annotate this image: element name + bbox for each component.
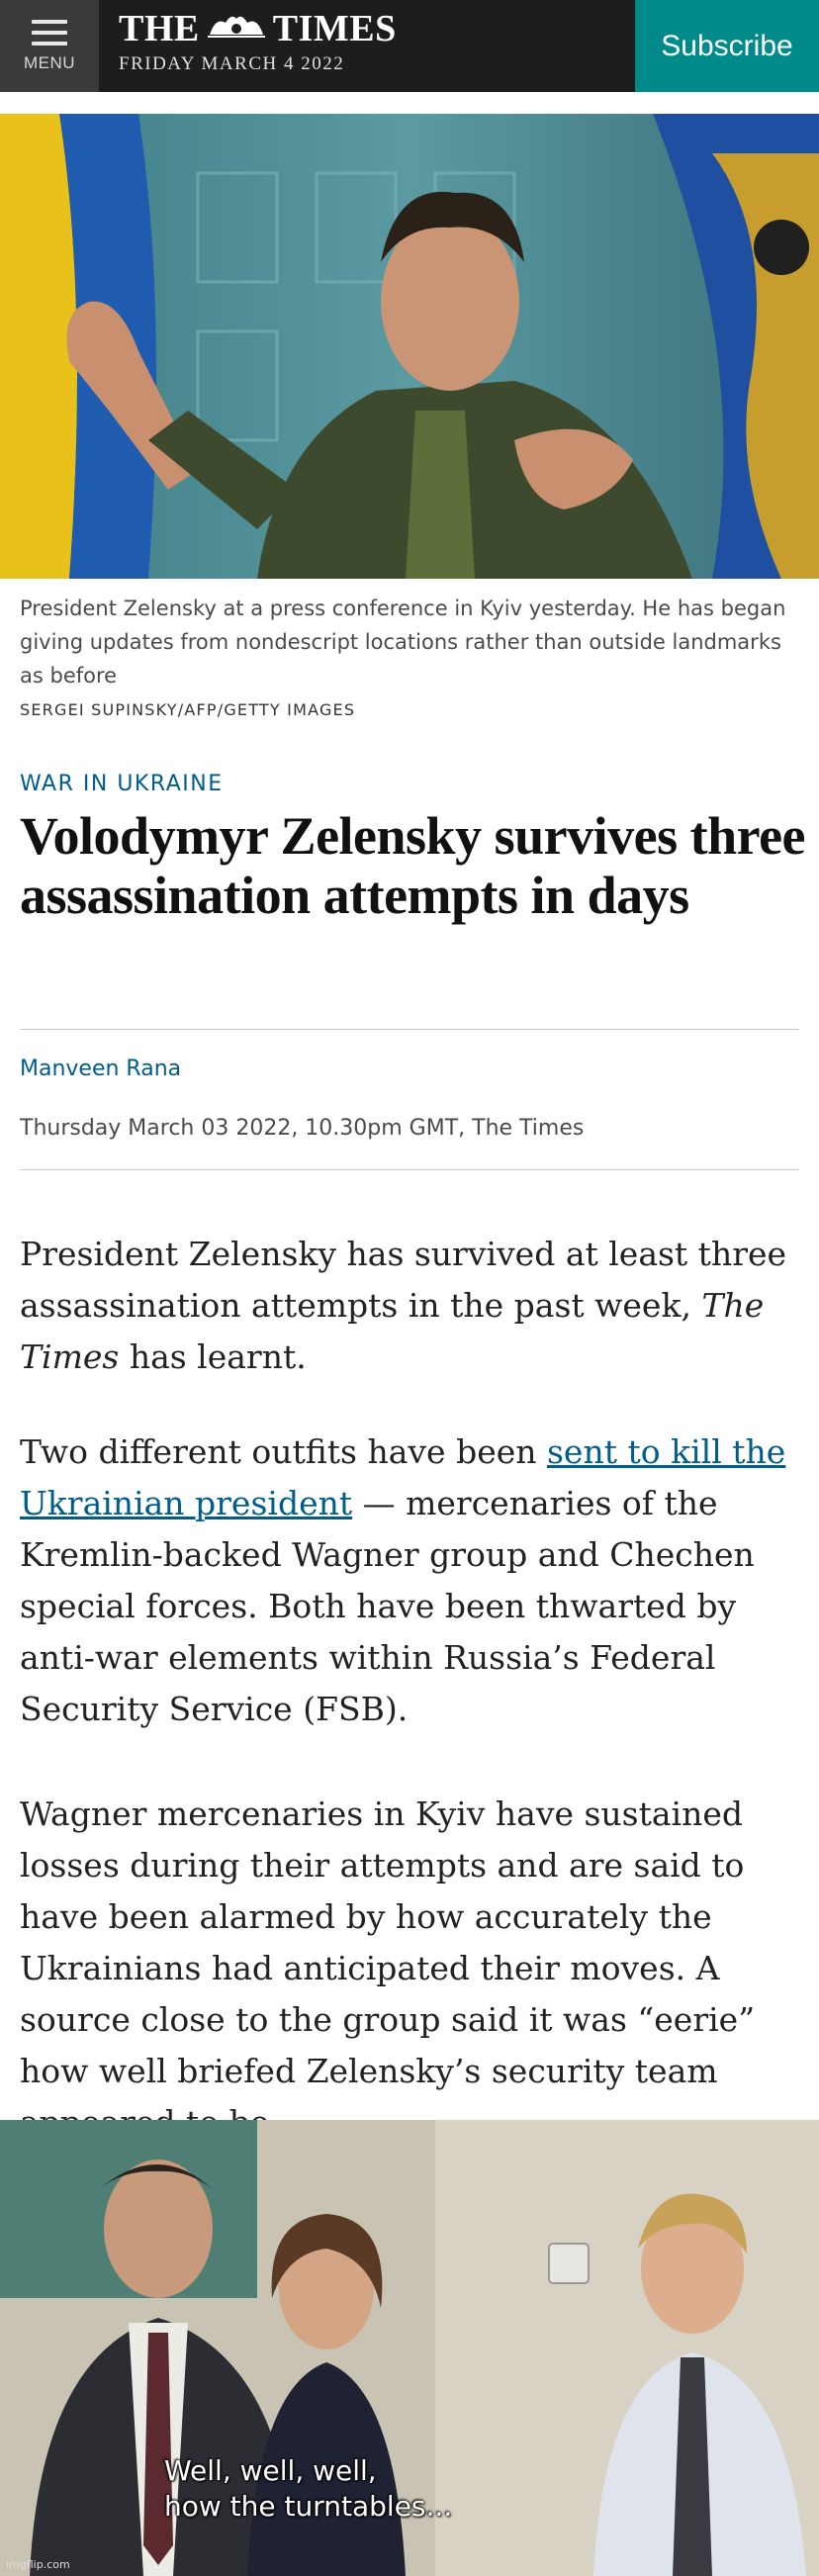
meme-caption: Well, well, well, how the turntables... bbox=[164, 2453, 452, 2525]
menu-label: MENU bbox=[23, 52, 76, 72]
crest-icon bbox=[206, 8, 267, 49]
site-logo[interactable]: THE TIMES bbox=[119, 8, 635, 49]
paragraph-text: President Zelensky has survived at least… bbox=[20, 1235, 787, 1325]
hamburger-icon bbox=[32, 19, 67, 46]
photo-caption: President Zelensky at a press conference… bbox=[20, 597, 786, 688]
article-headline: Volodymyr Zelensky survives three assass… bbox=[20, 806, 806, 925]
meme-caption-line: how the turntables... bbox=[164, 2490, 453, 2523]
meme-caption-line: Well, well, well, bbox=[164, 2454, 377, 2487]
divider bbox=[20, 1029, 799, 1030]
menu-button[interactable]: MENU bbox=[0, 0, 99, 92]
logo-word-times: TIMES bbox=[272, 8, 397, 49]
logo-word-the: THE bbox=[119, 8, 200, 49]
publish-date: Thursday March 03 2022, 10.30pm GMT, The… bbox=[20, 1116, 585, 1141]
paragraph-text: has learnt. bbox=[119, 1337, 307, 1376]
divider bbox=[20, 1169, 799, 1170]
author-byline[interactable]: Manveen Rana bbox=[20, 1057, 181, 1081]
watermark: imgflip.com bbox=[6, 2558, 70, 2571]
site-header: MENU THE TIMES FRIDAY MARCH 4 2022 Subsc… bbox=[0, 0, 819, 92]
article-paragraph: Wagner mercenaries in Kyiv have sustaine… bbox=[20, 1794, 756, 2142]
paragraph-text: Two different outfits have been bbox=[20, 1432, 547, 1471]
article-paragraph: Two different outfits have been sent to … bbox=[20, 1426, 801, 1735]
article-paragraph: President Zelensky has survived at least… bbox=[20, 1229, 801, 1383]
subscribe-button[interactable]: Subscribe bbox=[635, 0, 819, 92]
section-label[interactable]: WAR IN UKRAINE bbox=[20, 772, 224, 796]
masthead[interactable]: THE TIMES FRIDAY MARCH 4 2022 bbox=[99, 0, 635, 92]
edition-date: FRIDAY MARCH 4 2022 bbox=[119, 53, 345, 74]
hero-photo bbox=[0, 114, 819, 579]
photo-credit: SERGEI SUPINSKY/AFP/GETTY IMAGES bbox=[20, 700, 356, 719]
